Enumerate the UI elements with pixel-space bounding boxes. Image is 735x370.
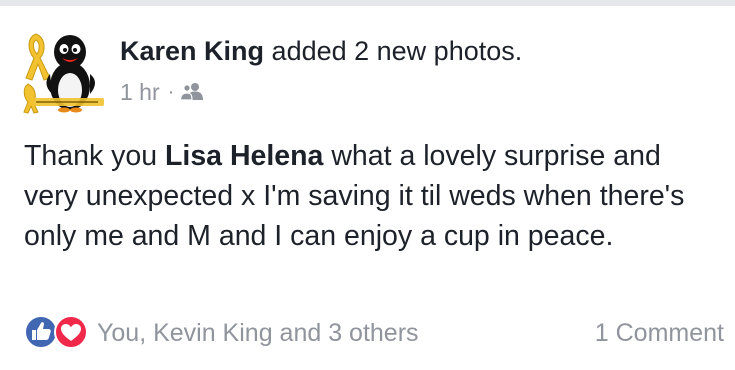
meta-separator: · <box>167 80 175 103</box>
author-avatar[interactable] <box>22 28 108 114</box>
post-footer: You, Kevin King and 3 others 1 Comment <box>24 313 724 353</box>
tagged-friend[interactable]: Lisa Helena <box>165 140 323 172</box>
post-action-text: added 2 new photos. <box>271 36 523 66</box>
comments-link[interactable]: 1 Comment <box>595 317 724 349</box>
post-body: Thank you Lisa Helena what a lovely surp… <box>24 136 714 256</box>
feed-post: Karen King added 2 new photos. 1 hr · Th… <box>0 6 735 370</box>
author-name[interactable]: Karen King <box>120 36 264 66</box>
reactions-summary[interactable]: You, Kevin King and 3 others <box>97 317 419 349</box>
friends-icon[interactable] <box>180 80 204 107</box>
post-text-start: Thank you <box>24 140 165 172</box>
post-meta: 1 hr · <box>120 76 204 108</box>
like-icon <box>24 315 58 349</box>
post-timestamp[interactable]: 1 hr <box>120 79 160 106</box>
reaction-icons[interactable] <box>24 315 94 349</box>
avatar-image <box>23 33 104 114</box>
love-icon <box>54 315 88 349</box>
post-header-line: Karen King added 2 new photos. <box>120 34 522 68</box>
